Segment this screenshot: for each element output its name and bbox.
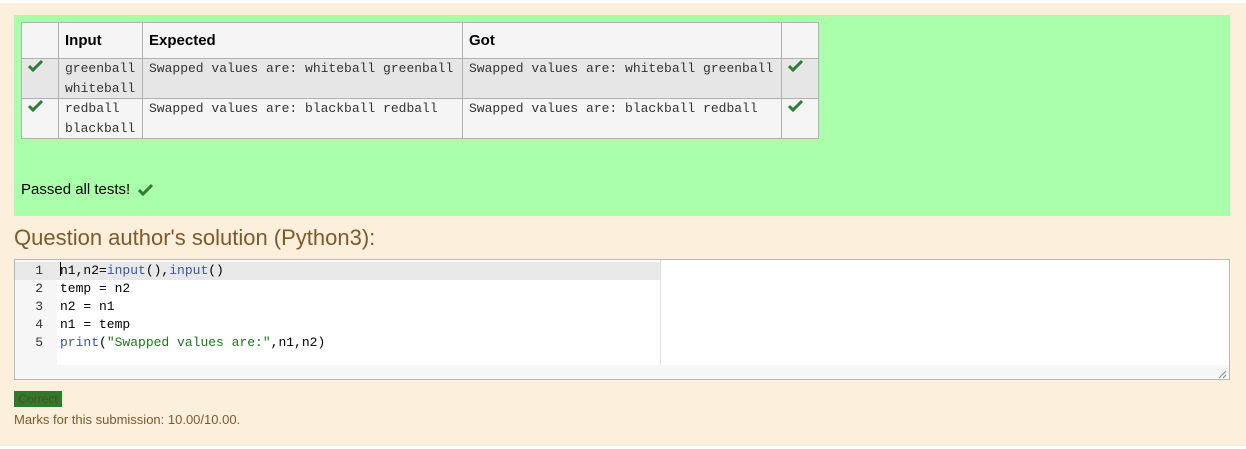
- test-results-table: Input Expected Got greenball whiteball S…: [21, 22, 819, 139]
- marks-summary: Marks for this submission: 10.00/10.00.: [14, 412, 241, 427]
- check-icon: [138, 183, 154, 196]
- line-number: 4: [35, 317, 43, 332]
- got-cell: Swapped values are: blackball redball: [462, 98, 782, 139]
- check-icon: [788, 99, 803, 112]
- got-cell: Swapped values are: whiteball greenball: [462, 58, 782, 99]
- input-line: redball: [65, 101, 120, 116]
- row-status-cell: [21, 98, 59, 139]
- correct-badge: Correct: [14, 391, 62, 407]
- line-number: 1: [15, 262, 57, 280]
- test-results-panel: Input Expected Got greenball whiteball S…: [14, 15, 1230, 216]
- code-line[interactable]: 5 print("Swapped values are:",n1,n2): [15, 334, 1229, 352]
- result-column-header: [781, 22, 819, 59]
- resize-handle-icon[interactable]: [1218, 368, 1227, 379]
- got-column-header: Got: [462, 22, 782, 59]
- code-line[interactable]: 2 temp = n2: [15, 280, 1229, 298]
- row-status-cell: [21, 58, 59, 99]
- code-text[interactable]: print("Swapped values are:",n1,n2): [57, 334, 660, 352]
- status-column-header: [21, 22, 59, 59]
- row-result-cell: [781, 98, 819, 139]
- check-icon: [28, 99, 43, 112]
- input-line: whiteball: [65, 80, 136, 96]
- question-outcome-area: Input Expected Got greenball whiteball S…: [0, 3, 1246, 446]
- line-number: 2: [35, 281, 43, 296]
- solution-heading: Question author's solution (Python3):: [14, 225, 376, 250]
- input-cell: redball blackball: [58, 98, 143, 139]
- passed-text: Passed all tests!: [21, 181, 131, 198]
- input-cell: greenball whiteball: [58, 58, 143, 99]
- code-text[interactable]: temp = n2: [57, 280, 660, 298]
- row-result-cell: [781, 58, 819, 99]
- input-column-header: Input: [58, 22, 143, 59]
- code-text[interactable]: n1,n2=input(),input(): [57, 262, 660, 280]
- check-icon: [28, 59, 43, 72]
- input-line: greenball: [65, 61, 136, 76]
- text-cursor: [60, 262, 61, 276]
- code-editor[interactable]: 1 n1,n2=input(),input() 2 temp = n2 3 n2…: [14, 259, 1230, 380]
- code-line[interactable]: 1 n1,n2=input(),input(): [15, 262, 1229, 280]
- check-icon: [788, 59, 803, 72]
- input-line: blackball: [65, 120, 136, 136]
- line-number: 5: [35, 335, 43, 350]
- line-number: 3: [35, 299, 43, 314]
- table-row: greenball whiteball Swapped values are: …: [21, 58, 819, 99]
- expected-column-header: Expected: [142, 22, 463, 59]
- table-row: redball blackball Swapped values are: bl…: [21, 98, 819, 139]
- code-line[interactable]: 3 n2 = n1: [15, 298, 1229, 316]
- code-line[interactable]: 4 n1 = temp: [15, 316, 1229, 334]
- code-text[interactable]: n1 = temp: [57, 316, 660, 334]
- expected-cell: Swapped values are: blackball redball: [142, 98, 463, 139]
- passed-all-tests-message: Passed all tests!: [21, 181, 154, 198]
- expected-cell: Swapped values are: whiteball greenball: [142, 58, 463, 99]
- code-text[interactable]: n2 = n1: [57, 298, 660, 316]
